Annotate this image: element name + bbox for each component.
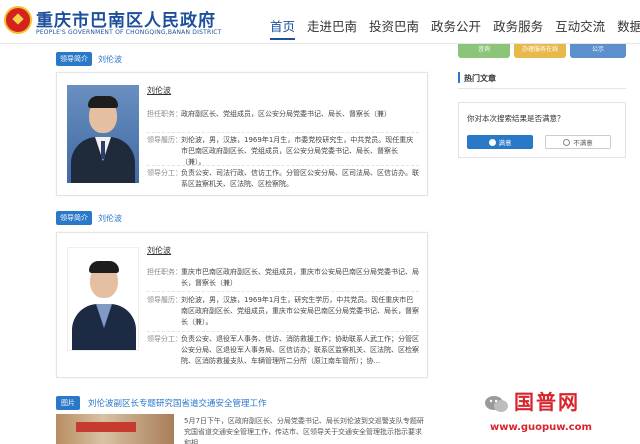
leader-tag: 领导简介 (56, 52, 92, 66)
watermark-logo: 国普网 (514, 390, 580, 414)
main-nav: 首页 走进巴南 投资巴南 政务公开 政务服务 互动交流 数据发布 (270, 10, 640, 40)
news-heading: 图片 刘伦波副区长专题研究国省道交通安全管理工作 (56, 396, 267, 410)
field-value: 负责公安、退役军人事务、信访、消防救援工作；协助联系人武工作；分管区公安分局、区… (181, 335, 419, 365)
wechat-icon (485, 396, 508, 412)
field-value: 政府副区长、党组成员，区公安分局党委书记、局长、督察长（兼） (181, 110, 391, 118)
quick-button-notice[interactable]: 公示 (570, 44, 626, 58)
site-title[interactable]: 重庆市巴南区人民政府 (36, 6, 216, 31)
section-marker (458, 72, 460, 83)
divider (147, 331, 419, 332)
field-value: 负责公安、司法行政、信访工作。分管区公安分局、区司法局、区信访办。联系区监察机关… (181, 169, 419, 188)
news-tag: 图片 (56, 396, 80, 410)
field-label: 担任职务： (147, 110, 182, 118)
nav-interaction[interactable]: 互动交流 (555, 10, 605, 40)
quick-button-service[interactable]: 办理服务在线 (514, 44, 566, 58)
leader-heading: 领导简介 刘伦波 (56, 211, 122, 225)
field-value: 刘伦波，男，汉族，1969年1月生，研究生学历，中共党员。现任重庆市巴南区政府副… (181, 296, 419, 326)
leader-name-link[interactable]: 刘伦波 (147, 245, 171, 256)
nav-about-banan[interactable]: 走进巴南 (307, 10, 357, 40)
leader-heading-name[interactable]: 刘伦波 (98, 213, 122, 224)
leader-position-row: 担任职务： 重庆市巴南区政府副区长、党组成员，重庆市公安局巴南区分局党委书记、局… (147, 267, 419, 289)
divider (147, 165, 419, 166)
nav-gov-services[interactable]: 政务服务 (493, 10, 543, 40)
hot-articles-title: 热门文章 (464, 74, 496, 83)
site-subtitle: PEOPLE'S GOVERNMENT OF CHONGQING,BANAN D… (36, 29, 222, 36)
divider (458, 88, 626, 89)
news-title-link[interactable]: 刘伦波副区长专题研究国省道交通安全管理工作 (88, 397, 267, 409)
leader-card: 刘伦波 担任职务： 重庆市巴南区政府副区长、党组成员，重庆市公安局巴南区分局党委… (56, 232, 428, 378)
field-value: 刘伦波，男，汉族，1969年1月生，市委党校研究生，中共党员。现任重庆市巴南区政… (181, 136, 414, 166)
leader-tag: 领导简介 (56, 211, 92, 225)
frown-icon (563, 138, 571, 146)
leader-position-row: 担任职务： 政府副区长、党组成员，区公安分局党委书记、局长、督察长（兼） (147, 109, 419, 120)
smile-icon (488, 138, 496, 146)
satisfied-button[interactable]: 满意 (467, 135, 533, 149)
site-header: 重庆市巴南区人民政府 PEOPLE'S GOVERNMENT OF CHONGQ… (0, 0, 640, 44)
watermark-url: www.guopuw.com (490, 422, 592, 433)
national-emblem-icon[interactable] (4, 6, 32, 34)
leader-heading-name[interactable]: 刘伦波 (98, 54, 122, 65)
satisfaction-survey: 你对本次搜索结果是否满意？ 满意 不满意 (458, 102, 626, 158)
unsatisfied-button[interactable]: 不满意 (545, 135, 611, 149)
nav-home[interactable]: 首页 (270, 10, 296, 40)
field-label: 领导履历： (147, 136, 182, 144)
nav-gov-affairs[interactable]: 政务公开 (431, 10, 481, 40)
quick-button-consult[interactable]: 咨询 (458, 44, 510, 58)
divider (147, 132, 419, 133)
nav-data[interactable]: 数据发布 (617, 10, 640, 40)
leader-card: 刘伦波 担任职务： 政府副区长、党组成员，区公安分局党委书记、局长、督察长（兼）… (56, 72, 428, 196)
watermark: 国普网 www.guopuw.com (484, 386, 640, 444)
nav-invest[interactable]: 投资巴南 (369, 10, 419, 40)
leader-duty-row: 领导分工： 负责公安、司法行政、信访工作。分管区公安分局、区司法局、区信访办。联… (147, 168, 419, 190)
field-label: 担任职务： (147, 268, 182, 276)
leader-resume-row: 领导履历： 刘伦波，男，汉族，1969年1月生，市委党校研究生，中共党员。现任重… (147, 135, 419, 168)
field-label: 领导分工： (147, 169, 182, 177)
leader-duty-row: 领导分工： 负责公安、退役军人事务、信访、消防救援工作；协助联系人武工作；分管区… (147, 334, 419, 367)
divider (147, 291, 419, 292)
news-excerpt: 5月7日下午，区政府副区长、分局党委书记、局长刘伦波到交巡警支队专题研究国省道交… (184, 417, 424, 444)
leader-photo (67, 85, 139, 183)
field-label: 领导履历： (147, 296, 182, 304)
leader-resume-row: 领导履历： 刘伦波，男，汉族，1969年1月生，研究生学历，中共党员。现任重庆市… (147, 295, 419, 328)
survey-question: 你对本次搜索结果是否满意？ (467, 114, 565, 123)
leader-heading: 领导简介 刘伦波 (56, 52, 122, 66)
leader-name-link[interactable]: 刘伦波 (147, 85, 171, 96)
news-thumbnail[interactable] (56, 414, 174, 444)
field-label: 领导分工： (147, 335, 182, 343)
field-value: 重庆市巴南区政府副区长、党组成员，重庆市公安局巴南区分局党委书记、局长，督察长（… (181, 268, 419, 287)
leader-photo (67, 247, 139, 351)
